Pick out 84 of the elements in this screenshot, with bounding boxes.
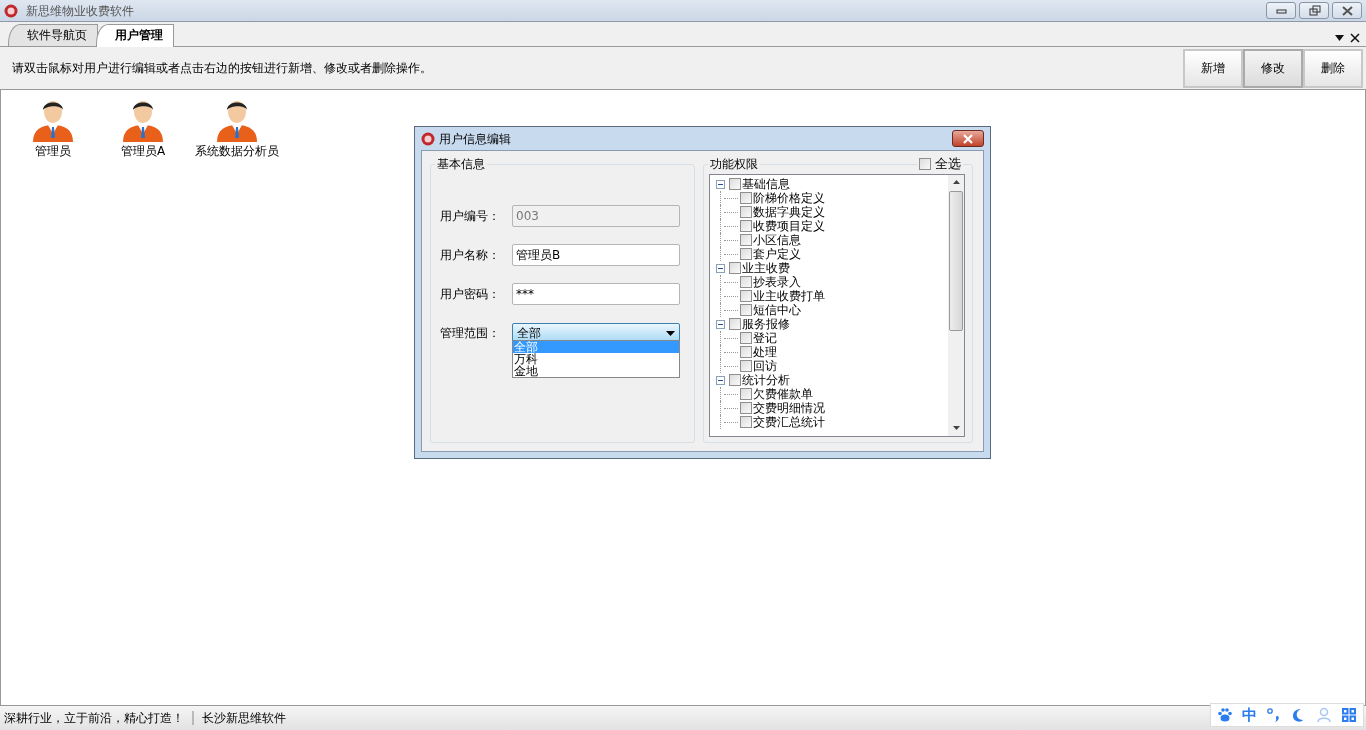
checkbox[interactable] (919, 158, 931, 170)
checkbox[interactable] (729, 318, 741, 330)
checkbox[interactable] (740, 332, 752, 344)
caret-icon[interactable] (666, 330, 675, 336)
checkbox[interactable] (740, 220, 752, 232)
status-company: 长沙新思维软件 (202, 710, 286, 727)
tree-item-label[interactable]: 套户定义 (753, 247, 801, 261)
scroll-thumb[interactable] (949, 191, 963, 331)
instruction-text: 请双击鼠标对用户进行编辑或者点击右边的按钮进行新增、修改或者删除操作。 (11, 60, 433, 77)
scroll-down-icon[interactable] (952, 426, 960, 431)
app-logo-icon (421, 131, 435, 146)
checkbox[interactable] (740, 304, 752, 316)
tree-item-label[interactable]: 数据字典定义 (753, 205, 825, 219)
field-label: 管理范围： (440, 325, 501, 342)
checkbox[interactable] (740, 276, 752, 288)
close-icon[interactable] (1350, 33, 1360, 43)
tree-item-label[interactable]: 抄表录入 (753, 275, 801, 289)
checkbox[interactable] (740, 206, 752, 218)
tree-item-label[interactable]: 处理 (753, 345, 777, 359)
checkbox[interactable] (740, 360, 752, 372)
close-button[interactable] (1332, 2, 1362, 19)
input-field[interactable]: *** (512, 283, 680, 305)
field-label: 用户编号： (440, 208, 501, 225)
dropdown-option[interactable]: 万科 (513, 353, 679, 365)
punctuation-icon[interactable] (1266, 707, 1282, 723)
app-logo-icon (4, 3, 18, 18)
checkbox[interactable] (740, 388, 752, 400)
user-name[interactable]: 系统数据分析员 (195, 142, 279, 160)
toolbar-button[interactable]: 修改 (1243, 48, 1303, 88)
toolbar-button[interactable]: 新增 (1183, 48, 1243, 88)
tree-item-label[interactable]: 业主收费打单 (753, 289, 825, 303)
status-slogan: 深耕行业，立于前沿，精心打造！ (4, 710, 184, 727)
tab[interactable]: 软件导航页 (8, 24, 98, 46)
tree-item-label[interactable]: 交费明细情况 (753, 401, 825, 415)
user-name[interactable]: 管理员A (120, 142, 166, 160)
dialog-title: 用户信息编辑 (439, 130, 511, 148)
checkbox[interactable] (729, 262, 741, 274)
minimize-button[interactable] (1266, 2, 1296, 19)
group-title: 基本信息 (435, 157, 487, 171)
checkbox[interactable] (740, 192, 752, 204)
window-title: 新思维物业收费软件 (26, 2, 134, 20)
scroll-up-icon[interactable] (952, 180, 960, 185)
tree-item-label[interactable]: 登记 (753, 331, 777, 345)
grid-icon[interactable] (1341, 707, 1357, 723)
tree-item-label[interactable]: 基础信息 (742, 177, 790, 191)
checkbox[interactable] (729, 178, 741, 190)
dropdown-option[interactable]: 金地 (513, 365, 679, 377)
close-button[interactable] (952, 130, 984, 147)
tree-item-label[interactable]: 阶梯价格定义 (753, 191, 825, 205)
checkbox[interactable] (740, 234, 752, 246)
field-label: 用户密码： (440, 286, 501, 303)
tree-item-label[interactable]: 服务报修 (742, 317, 790, 331)
checkbox[interactable] (740, 402, 752, 414)
restore-button[interactable] (1299, 2, 1329, 19)
tree-item-label[interactable]: 短信中心 (753, 303, 801, 317)
separator-icon (192, 711, 194, 725)
checkbox[interactable] (729, 374, 741, 386)
restore-icon[interactable] (1306, 3, 1322, 18)
tree-item-label[interactable]: 回访 (753, 359, 777, 373)
paw-icon[interactable] (1217, 707, 1233, 723)
checkbox[interactable] (740, 416, 752, 428)
scrollbar[interactable] (948, 175, 964, 436)
checkbox[interactable] (740, 346, 752, 358)
dropdown-arrow-icon[interactable] (1335, 35, 1344, 41)
tree-item-label[interactable]: 小区信息 (753, 233, 801, 247)
tree-item-label[interactable]: 收费项目定义 (753, 219, 825, 233)
checkbox[interactable] (740, 248, 752, 260)
tree-item-label[interactable]: 统计分析 (742, 373, 790, 387)
checkbox[interactable] (740, 290, 752, 302)
collapse-icon[interactable] (716, 179, 725, 189)
tab[interactable]: 用户管理 (96, 24, 174, 47)
field-label: 用户名称： (440, 247, 501, 264)
user-name[interactable]: 管理员 (35, 142, 71, 160)
toolbar-button[interactable]: 删除 (1303, 48, 1363, 88)
collapse-icon[interactable] (716, 375, 725, 385)
ime-mode[interactable]: 中 (1242, 703, 1257, 727)
group-title: 功能权限 (708, 157, 760, 171)
input-field[interactable]: 管理员B (512, 244, 680, 266)
tree-item-label[interactable]: 交费汇总统计 (753, 415, 825, 429)
tree-item-label[interactable]: 欠费催款单 (753, 387, 813, 401)
tree-item-label[interactable]: 业主收费 (742, 261, 790, 275)
collapse-icon[interactable] (716, 263, 725, 273)
user-icon[interactable] (1316, 707, 1332, 723)
collapse-icon[interactable] (716, 319, 725, 329)
